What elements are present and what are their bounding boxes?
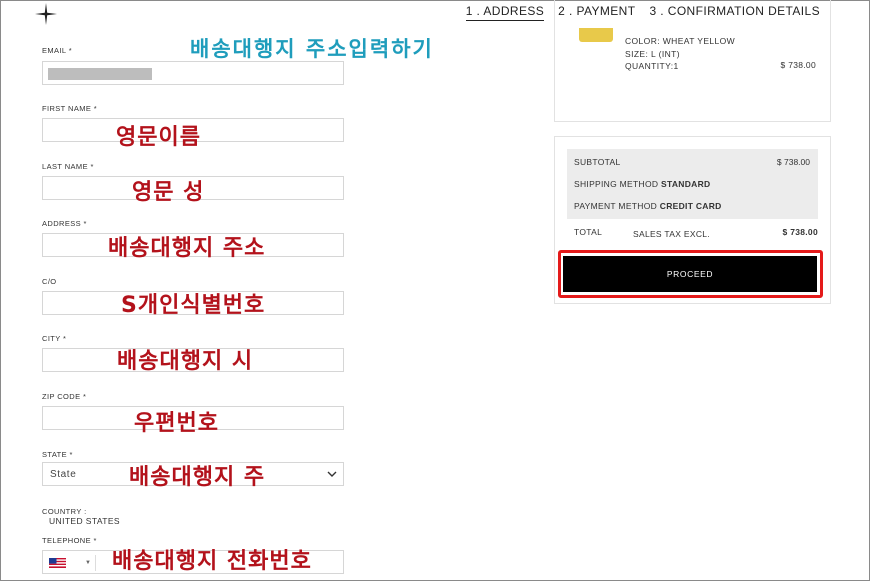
country-code-dropdown-icon[interactable]: ▼ bbox=[85, 560, 91, 566]
payment-method-row: PAYMENT METHOD CREDIT CARD bbox=[574, 201, 722, 211]
phone-divider bbox=[95, 555, 96, 571]
shipping-method-row: SHIPPING METHOD STANDARD bbox=[574, 179, 710, 189]
first-name-label: FIRST NAME * bbox=[42, 104, 98, 113]
order-item-card: COLOR: WHEAT YELLOW SIZE: L (INT) QUANTI… bbox=[554, 0, 831, 122]
country-value: UNITED STATES bbox=[49, 516, 121, 526]
co-label: C/O bbox=[42, 277, 57, 286]
product-color: COLOR: WHEAT YELLOW bbox=[625, 36, 736, 46]
subtotal-label: SUBTOTAL bbox=[574, 157, 621, 167]
telephone-label: TELEPHONE * bbox=[42, 536, 97, 545]
total-row: TOTAL SALES TAX EXCL. $ 738.00 bbox=[574, 227, 818, 241]
chevron-down-icon bbox=[327, 471, 337, 477]
city-annotation: 배송대행지 시 bbox=[117, 349, 254, 374]
email-masked-value bbox=[48, 68, 152, 80]
last-name-annotation: 영문 성 bbox=[132, 180, 205, 205]
state-annotation: 배송대행지 주 bbox=[129, 465, 266, 490]
payment-method-label: PAYMENT METHOD bbox=[574, 201, 658, 211]
last-name-label: LAST NAME * bbox=[42, 162, 94, 171]
proceed-button[interactable]: PROCEED bbox=[563, 256, 817, 292]
product-quantity: QUANTITY:1 bbox=[625, 61, 679, 71]
tax-note: SALES TAX EXCL. bbox=[633, 229, 710, 239]
shipping-method-value: STANDARD bbox=[660, 179, 711, 189]
email-field[interactable] bbox=[42, 61, 344, 85]
product-price: $ 738.00 bbox=[780, 60, 816, 70]
order-summary: SUBTOTAL $ 738.00 SHIPPING METHOD STANDA… bbox=[554, 136, 831, 304]
product-thumbnail bbox=[579, 28, 613, 42]
subtotal-value: $ 738.00 bbox=[776, 157, 810, 167]
summary-details: SUBTOTAL $ 738.00 SHIPPING METHOD STANDA… bbox=[567, 149, 818, 219]
shipping-method-label: SHIPPING METHOD bbox=[574, 179, 659, 189]
address-annotation: 배송대행지 주소 bbox=[108, 236, 266, 261]
address-label: ADDRESS * bbox=[42, 219, 87, 228]
city-label: CITY * bbox=[42, 334, 67, 343]
country-label: COUNTRY : bbox=[42, 507, 87, 516]
state-label: STATE * bbox=[42, 450, 73, 459]
payment-method-value: CREDIT CARD bbox=[659, 201, 722, 211]
telephone-annotation: 배송대행지 전화번호 bbox=[112, 549, 312, 574]
total-value: $ 738.00 bbox=[782, 227, 818, 237]
total-label: TOTAL bbox=[574, 227, 603, 237]
us-flag-icon[interactable] bbox=[49, 558, 66, 568]
title-annotation: 배송대행지 주소입력하기 bbox=[190, 37, 434, 61]
co-annotation: S개인식별번호 bbox=[121, 293, 266, 318]
zip-annotation: 우편번호 bbox=[134, 411, 219, 436]
step-address[interactable]: 1 . ADDRESS bbox=[465, 4, 545, 21]
first-name-annotation: 영문이름 bbox=[116, 125, 201, 150]
state-select-value: State bbox=[50, 469, 77, 480]
product-size: SIZE: L (INT) bbox=[625, 49, 680, 59]
email-label: EMAIL * bbox=[42, 46, 73, 55]
zip-label: ZIP CODE * bbox=[42, 392, 87, 401]
brand-star-icon[interactable] bbox=[34, 2, 58, 26]
